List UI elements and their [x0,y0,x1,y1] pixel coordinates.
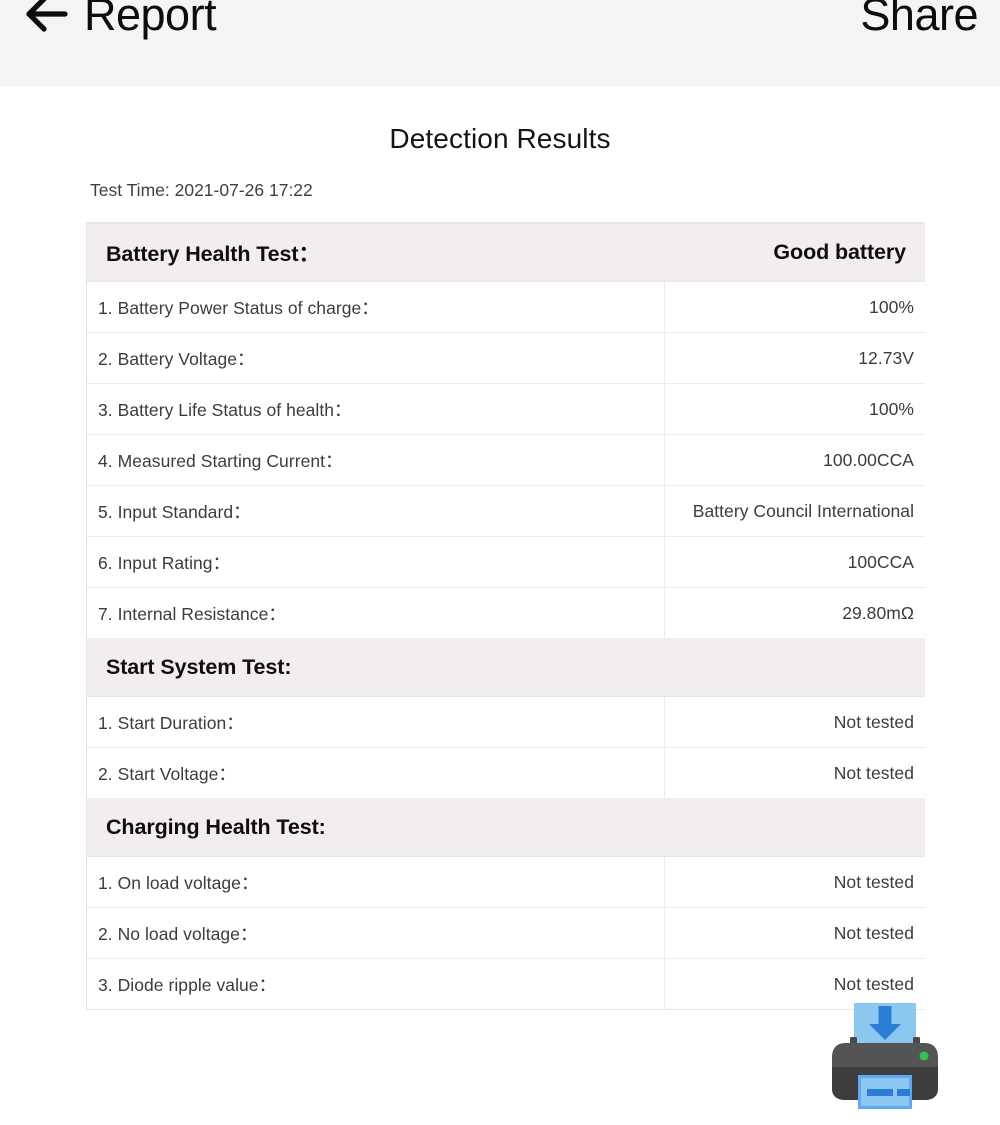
row-value: Not tested [664,856,926,908]
section-header-row: Charging Health Test: [87,798,926,857]
row-label: 3. Diode ripple value： [87,958,665,1009]
row-label: 4. Measured Starting Current： [87,434,665,486]
status-badge: Good battery [773,240,907,264]
app-bar-inner: Report Share [0,0,1000,50]
row-label: 2. Battery Voltage： [87,332,665,384]
row-label: 1. Battery Power Status of charge： [87,281,665,333]
report-content: Detection Results Test Time: 2021-07-26 … [0,86,1000,1010]
row-label: 2. Start Voltage： [87,747,665,799]
page-title: Detection Results [389,123,611,154]
row-value: Not tested [664,907,926,959]
row-label: 2. No load voltage： [87,907,665,959]
table-row: 7. Internal Resistance： 29.80mΩ [87,587,926,639]
app-bar: Report Share [0,0,1000,86]
table-row: 2. Start Voltage： Not tested [87,747,926,799]
row-value: 100% [664,383,926,435]
table-row: 4. Measured Starting Current： 100.00CCA [87,434,926,486]
table-row: 2. Battery Voltage： 12.73V [87,332,926,384]
table-row: 1. Battery Power Status of charge： 100% [87,281,926,333]
back-button[interactable]: Report [24,0,217,40]
section-header-cell: Start System Test: [87,638,926,697]
table-row: 1. On load voltage： Not tested [87,856,926,908]
section-header-content: Charging Health Test: [106,815,906,840]
row-label: 7. Internal Resistance： [87,587,665,639]
section-title: Battery Health Test： [106,242,320,266]
row-value: Not tested [664,696,926,748]
row-label: 6. Input Rating： [87,536,665,588]
detection-results-table: Battery Health Test： Good battery 1. Bat… [86,222,926,1010]
section-title: Start System Test: [106,655,292,679]
row-value: 100.00CCA [664,434,926,486]
section-header-cell: Charging Health Test: [87,798,926,857]
table-row: 2. No load voltage： Not tested [87,907,926,959]
row-label: 3. Battery Life Status of health： [87,383,665,435]
row-value: Battery Council International [664,485,926,537]
section-header-cell: Battery Health Test： Good battery [87,223,926,282]
section-title: Charging Health Test: [106,815,326,839]
share-button[interactable]: Share [860,0,978,37]
table-row: 1. Start Duration： Not tested [87,696,926,748]
row-value: 12.73V [664,332,926,384]
row-value: 100% [664,281,926,333]
test-time-label: Test Time: 2021-07-26 17:22 [90,180,313,200]
results-table-body: Battery Health Test： Good battery 1. Bat… [87,223,926,1009]
app-bar-title: Report [84,0,217,40]
row-value: 29.80mΩ [664,587,926,639]
section-header-row: Battery Health Test： Good battery [87,223,926,282]
row-label: 1. Start Duration： [87,696,665,748]
table-row: 5. Input Standard： Battery Council Inter… [87,485,926,537]
section-header-row: Start System Test: [87,638,926,697]
table-row: 3. Diode ripple value： Not tested [87,958,926,1009]
table-row: 3. Battery Life Status of health： 100% [87,383,926,435]
row-value: 100CCA [664,536,926,588]
row-label: 1. On load voltage： [87,856,665,908]
printer-save-icon[interactable] [824,995,946,1111]
table-row: 6. Input Rating： 100CCA [87,536,926,588]
back-arrow-icon[interactable] [24,0,70,37]
results-table-element: Battery Health Test： Good battery 1. Bat… [87,223,926,1009]
section-header-content: Battery Health Test： Good battery [106,237,906,268]
row-value: Not tested [664,747,926,799]
print-report-button[interactable] [824,995,946,1111]
section-header-content: Start System Test: [106,655,906,680]
row-label: 5. Input Standard： [87,485,665,537]
